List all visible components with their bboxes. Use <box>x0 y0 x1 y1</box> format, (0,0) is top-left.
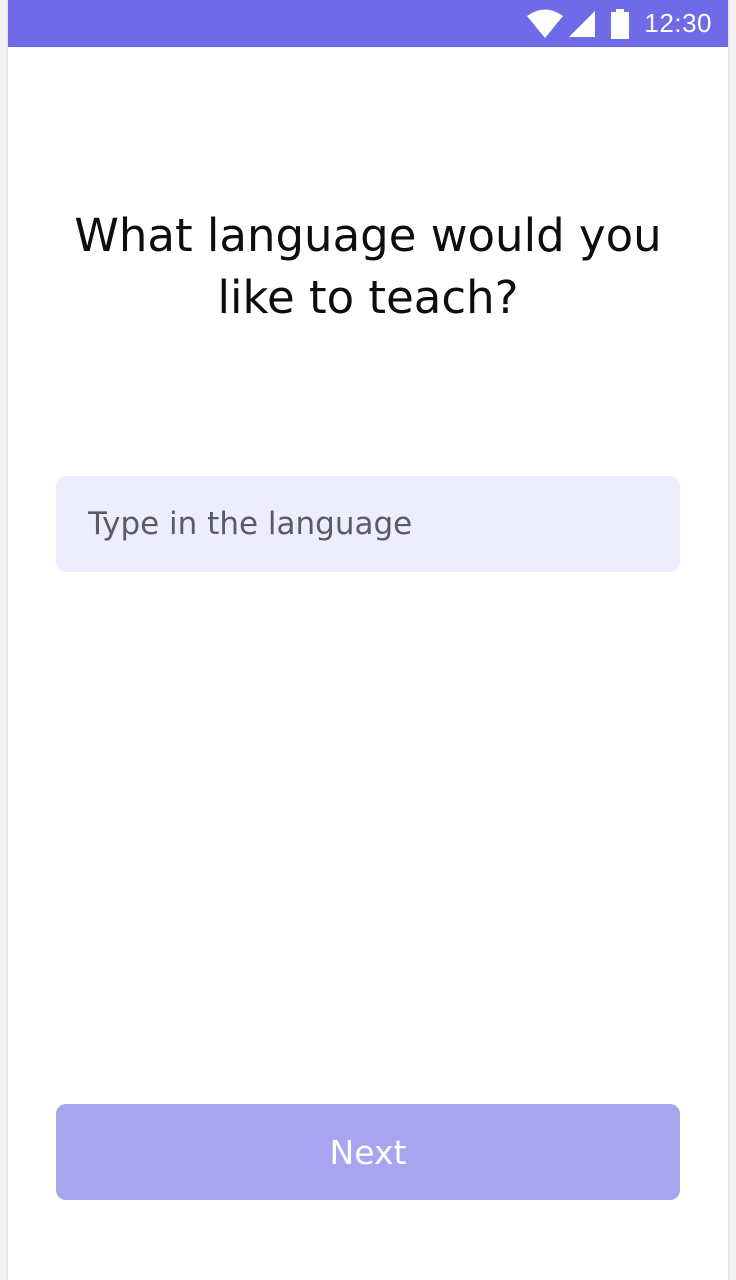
next-button[interactable]: Next <box>56 1104 680 1200</box>
signal-icon <box>569 10 596 37</box>
status-bar: 12:30 <box>8 0 728 47</box>
language-input[interactable] <box>56 476 680 572</box>
page-title-line-2: like to teach? <box>217 271 519 324</box>
battery-icon <box>611 8 630 39</box>
app-screen: 12:30 What language would you like to te… <box>8 0 728 1280</box>
device-frame: 12:30 What language would you like to te… <box>0 0 736 1280</box>
page-title: What language would you like to teach? <box>8 205 728 329</box>
status-icons: 12:30 <box>526 0 712 47</box>
page-title-line-1: What language would you <box>74 209 662 262</box>
status-clock: 12:30 <box>644 8 712 38</box>
wifi-icon <box>527 9 564 38</box>
